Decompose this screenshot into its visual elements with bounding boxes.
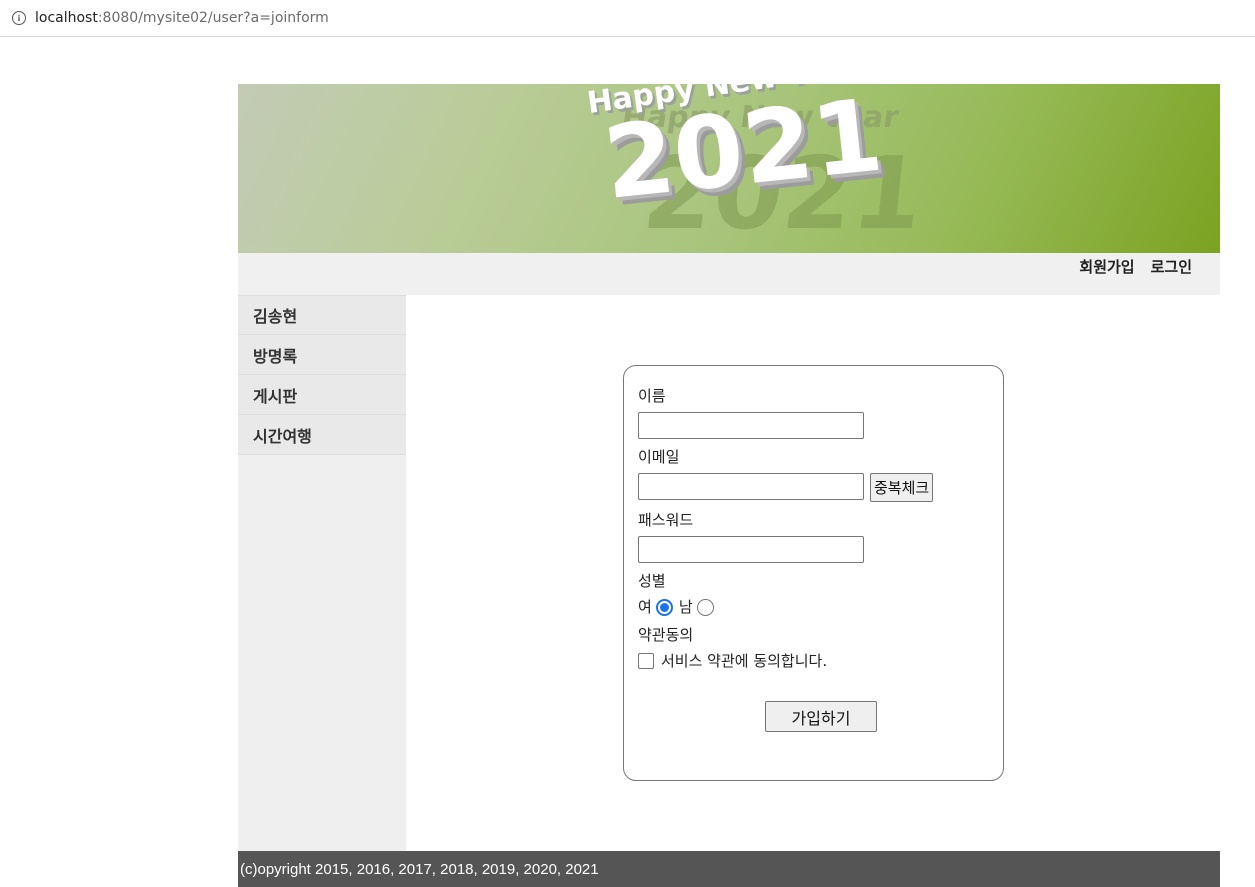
agree-label: 약관동의	[638, 626, 694, 644]
agree-text: 서비스 약관에 동의합니다.	[661, 652, 828, 670]
sidebar-item-guestbook[interactable]: 방명록	[238, 335, 406, 375]
sidebar-item-timetravel[interactable]: 시간여행	[238, 415, 406, 455]
gender-male-radio[interactable]	[696, 598, 714, 616]
email-label: 이메일	[638, 448, 680, 466]
user-nav: 회원가입 로그인	[238, 253, 1220, 295]
gender-female-radio[interactable]	[655, 598, 673, 616]
gender-male-label: 남	[678, 598, 693, 616]
address-bar[interactable]: i localhost:8080/mysite02/user?a=joinfor…	[0, 0, 1255, 37]
info-icon[interactable]: i	[12, 11, 26, 25]
sidebar-item-board[interactable]: 게시판	[238, 375, 406, 415]
header-banner: Happy New Year 2021 Happy New Year 2021	[238, 84, 1220, 253]
name-label: 이름	[638, 387, 666, 405]
email-input[interactable]	[638, 473, 864, 500]
name-input[interactable]	[638, 412, 864, 439]
main-content: 이름 이메일 중복체크 패스워드 성별 여 남 약관동의 서비스 약관에 동의합…	[406, 295, 1220, 851]
password-input[interactable]	[638, 536, 864, 563]
login-link[interactable]: 로그인	[1151, 256, 1192, 277]
site-container: Happy New Year 2021 Happy New Year 2021 …	[238, 84, 1220, 887]
agree-checkbox[interactable]	[638, 653, 654, 669]
content-row: 김송현 방명록 게시판 시간여행 이름 이메일 중복체크 패스워드 성별 여 남…	[238, 295, 1220, 851]
agree-row: 서비스 약관에 동의합니다.	[638, 651, 989, 671]
duplicate-check-button[interactable]: 중복체크	[870, 473, 934, 502]
submit-wrap: 가입하기	[638, 701, 989, 732]
gender-options: 여 남	[638, 597, 989, 617]
url-path: :8080/mysite02/user?a=joinform	[97, 10, 329, 26]
join-submit-button[interactable]: 가입하기	[765, 701, 877, 732]
sidebar-item-home[interactable]: 김송현	[238, 295, 406, 335]
banner-year: 2021	[598, 84, 888, 222]
gender-label: 성별	[638, 572, 666, 590]
url-host: localhost	[35, 10, 98, 26]
sidebar: 김송현 방명록 게시판 시간여행	[238, 295, 406, 851]
password-label: 패스워드	[638, 511, 694, 529]
footer: (c)opyright 2015, 2016, 2017, 2018, 2019…	[238, 851, 1220, 887]
join-link[interactable]: 회원가입	[1079, 256, 1134, 277]
gender-female-label: 여	[638, 598, 652, 616]
copyright-text: (c)opyright 2015, 2016, 2017, 2018, 2019…	[240, 861, 599, 878]
join-form: 이름 이메일 중복체크 패스워드 성별 여 남 약관동의 서비스 약관에 동의합…	[623, 365, 1004, 781]
